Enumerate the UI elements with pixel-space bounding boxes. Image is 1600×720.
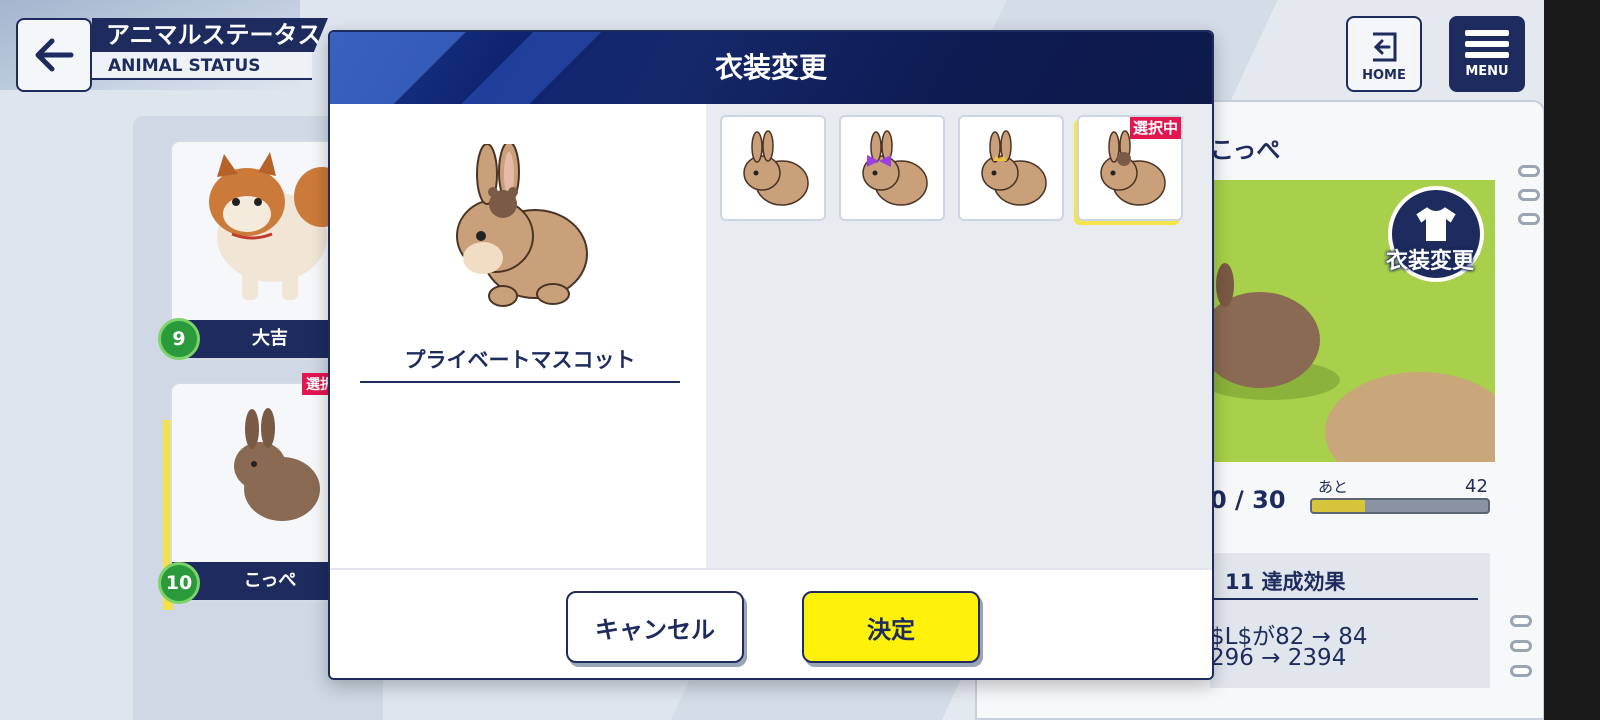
confirm-button[interactable]: 決定	[802, 591, 980, 663]
arrow-left-icon	[35, 38, 74, 72]
costume-option-1[interactable]	[720, 115, 826, 221]
binder-ring	[1510, 640, 1532, 652]
binder-ring	[1510, 665, 1532, 677]
costume-change-label: 衣装変更	[1386, 249, 1475, 274]
costume-grid: 選択中	[706, 104, 1212, 568]
level-badge: 9	[158, 318, 200, 360]
binder-ring	[1518, 165, 1540, 177]
binder-ring	[1510, 615, 1532, 627]
screen-title-en: ANIMAL STATUS	[92, 52, 312, 80]
remaining-value: 42	[1465, 476, 1488, 497]
binder-ring	[1518, 189, 1540, 201]
home-exit-icon	[1373, 32, 1397, 62]
bunny-gold-crown-icon	[981, 130, 1047, 206]
costume-option-4[interactable]: 選択中	[1077, 115, 1183, 221]
back-button[interactable]	[16, 18, 92, 92]
progress-fill	[1312, 500, 1365, 512]
count-value: 0 / 30	[1210, 486, 1286, 514]
divider	[360, 381, 680, 383]
screen-title-jp: アニマルステータス	[92, 18, 328, 52]
costume-change-dialog: 衣装変更 プライベートマスコット 選択中 キャンセル 決定	[328, 30, 1214, 680]
effect-title: 11 達成効果	[1225, 570, 1346, 594]
selected-badge: 選択中	[1129, 117, 1181, 139]
progress-bar	[1310, 498, 1490, 514]
binder-ring	[1518, 213, 1540, 225]
dialog-footer: キャンセル 決定	[330, 568, 1212, 678]
bunny-bear-hat-icon	[456, 144, 588, 307]
bunny-purple-bow-icon	[862, 130, 928, 206]
costume-name: プライベートマスコット	[404, 348, 636, 372]
divider	[1210, 598, 1478, 600]
bunny-plain-icon	[743, 130, 809, 206]
remaining-label: あと	[1318, 478, 1349, 496]
detail-animal-name: こっぺ	[1210, 136, 1281, 164]
costume-option-2[interactable]	[839, 115, 945, 221]
menu-label: MENU	[1465, 64, 1509, 79]
costume-preview-pane: プライベートマスコット	[330, 104, 706, 568]
effect-text-2: 296 → 2394	[1210, 645, 1347, 671]
screen-title: アニマルステータス ANIMAL STATUS	[92, 18, 328, 80]
screen-edge	[1544, 0, 1600, 720]
level-badge: 10	[158, 562, 200, 604]
menu-button[interactable]: MENU	[1449, 16, 1525, 92]
hamburger-icon	[1465, 30, 1509, 58]
home-label: HOME	[1362, 68, 1406, 83]
shirt-icon	[1413, 204, 1459, 243]
costume-option-3[interactable]	[958, 115, 1064, 221]
home-button[interactable]: HOME	[1346, 16, 1422, 92]
dialog-title: 衣装変更	[714, 51, 827, 84]
cancel-button[interactable]: キャンセル	[566, 591, 744, 663]
